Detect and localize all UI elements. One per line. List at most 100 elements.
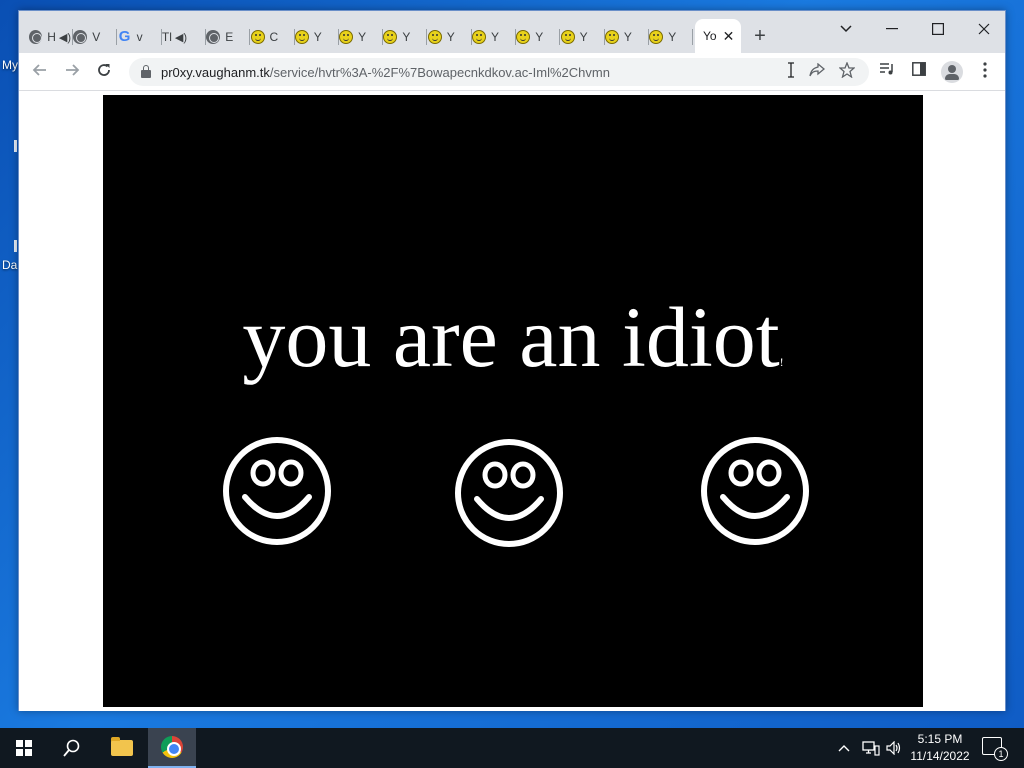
tab-label: Y <box>491 30 500 44</box>
desktop-icon-fragment <box>14 140 17 152</box>
new-tab-button[interactable]: + <box>749 25 771 47</box>
tab-label: C <box>269 30 279 44</box>
search-button[interactable] <box>48 728 96 768</box>
smiley-icon <box>649 30 664 44</box>
media-playlist-icon[interactable] <box>877 62 897 82</box>
smiley-icon <box>250 30 265 44</box>
tab-item[interactable]: Y <box>516 26 561 48</box>
system-clock[interactable]: 5:15 PM 11/14/2022 <box>906 731 974 765</box>
tab-item[interactable]: Y <box>472 26 516 48</box>
globe-icon <box>206 30 221 44</box>
smiley-icon <box>516 30 531 44</box>
chevron-up-icon <box>838 745 850 752</box>
smiley-icon <box>427 30 442 44</box>
minimize-button[interactable] <box>869 15 915 43</box>
start-button[interactable] <box>0 728 48 768</box>
smiley-icon <box>339 30 354 44</box>
smiley-icon <box>604 30 619 44</box>
tab-label: Y <box>402 30 411 44</box>
text-cursor-icon <box>781 62 801 82</box>
tab-active-label: Yo <box>703 29 717 43</box>
taskbar-chrome[interactable] <box>148 728 196 768</box>
tab-item[interactable]: H ◀) <box>29 26 73 48</box>
network-icon <box>862 741 880 756</box>
tab-active[interactable]: Yo ✕ <box>695 19 741 53</box>
tab-item[interactable]: Y <box>383 26 428 48</box>
page-viewport: you are an idiot! <box>19 91 1005 711</box>
tab-item[interactable]: Y <box>427 26 472 48</box>
more-menu-icon[interactable] <box>975 62 995 82</box>
tab-item[interactable]: C <box>250 26 295 48</box>
tab-label: Y <box>446 30 455 44</box>
reload-icon <box>98 64 110 76</box>
browser-toolbar: pr0xy.vaughanm.tk/service/hvtr%3A-%2F%7B… <box>19 53 1005 91</box>
tab-item[interactable]: Y <box>560 26 605 48</box>
share-icon[interactable] <box>807 62 827 82</box>
audio-playing-icon[interactable]: ◀) <box>175 31 187 44</box>
close-icon <box>978 23 990 35</box>
reload-button[interactable] <box>91 59 117 85</box>
tab-item[interactable]: Y <box>294 26 339 48</box>
smiley-face-icon <box>701 437 809 545</box>
windows-logo-icon <box>16 740 32 756</box>
tab-item[interactable]: V <box>73 26 118 48</box>
folder-icon <box>111 737 133 756</box>
globe-icon <box>73 30 88 44</box>
address-bar[interactable]: pr0xy.vaughanm.tk/service/hvtr%3A-%2F%7B… <box>129 58 869 86</box>
tab-label: Y <box>623 30 632 44</box>
desktop-icon-fragment <box>14 240 17 252</box>
arrow-right-icon <box>66 64 80 76</box>
lock-icon[interactable] <box>141 65 151 78</box>
smiley-icon <box>560 30 575 44</box>
desktop-icon-label-my-computer[interactable]: My <box>2 58 18 72</box>
desktop-icon-label-data[interactable]: Da <box>2 258 17 272</box>
back-button[interactable] <box>27 59 53 85</box>
bookmark-star-icon[interactable] <box>837 61 857 82</box>
arrow-left-icon <box>32 64 46 76</box>
taskbar-file-explorer[interactable] <box>98 728 146 768</box>
tab-label: Y <box>535 30 544 44</box>
browser-window: H ◀) V Gv Tl ◀) E C Y Y Y Y Y Y Y Y Y Yo ✕ + p <box>18 10 1006 711</box>
tab-item[interactable]: Y <box>604 26 649 48</box>
maximize-icon <box>932 23 944 35</box>
smiley-face-icon <box>223 437 331 545</box>
volume-tray-button[interactable] <box>886 728 902 768</box>
tab-item[interactable]: E <box>206 26 251 48</box>
url-text[interactable]: pr0xy.vaughanm.tk/service/hvtr%3A-%2F%7B… <box>161 65 610 80</box>
side-panel-icon[interactable] <box>909 62 929 82</box>
tab-label: E <box>225 30 234 44</box>
tab-item[interactable]: Y <box>339 26 384 48</box>
chrome-icon <box>161 736 183 758</box>
smiley-face-icon <box>455 439 563 547</box>
tab-label: H <box>47 30 56 44</box>
audio-playing-icon[interactable]: ◀) <box>59 31 71 44</box>
tab-item[interactable]: Gv <box>118 26 162 48</box>
tab-label: Y <box>668 30 677 44</box>
page-headline: you are an idiot! <box>242 289 784 385</box>
minimize-icon <box>886 28 898 30</box>
tab-search-button[interactable] <box>823 15 869 43</box>
network-tray-button[interactable] <box>862 728 880 768</box>
tab-item[interactable]: Tl ◀) <box>162 26 206 48</box>
tab-label: Y <box>579 30 588 44</box>
profile-avatar-icon[interactable] <box>941 61 963 83</box>
search-icon <box>63 739 80 757</box>
speaker-icon <box>886 741 901 755</box>
tab-label: Y <box>313 30 322 44</box>
taskbar: 5:15 PM 11/14/2022 1 <box>0 728 1024 768</box>
show-hidden-icons-button[interactable] <box>838 728 850 768</box>
tab-label: Y <box>358 30 367 44</box>
smiley-icon <box>383 30 398 44</box>
forward-button[interactable] <box>59 59 85 85</box>
close-tab-icon[interactable]: ✕ <box>723 28 735 45</box>
smiley-icon <box>294 30 309 44</box>
clock-date: 11/14/2022 <box>910 749 970 763</box>
globe-icon <box>29 30 43 44</box>
maximize-button[interactable] <box>915 15 961 43</box>
tab-strip: H ◀) V Gv Tl ◀) E C Y Y Y Y Y Y Y Y Y Yo ✕ + <box>19 11 1005 53</box>
tab-item[interactable]: Y <box>649 26 694 48</box>
close-window-button[interactable] <box>961 15 1007 43</box>
smiley-icon <box>472 30 486 44</box>
tab-label: V <box>92 30 101 44</box>
idiot-animation-stage[interactable]: you are an idiot! <box>103 95 923 707</box>
